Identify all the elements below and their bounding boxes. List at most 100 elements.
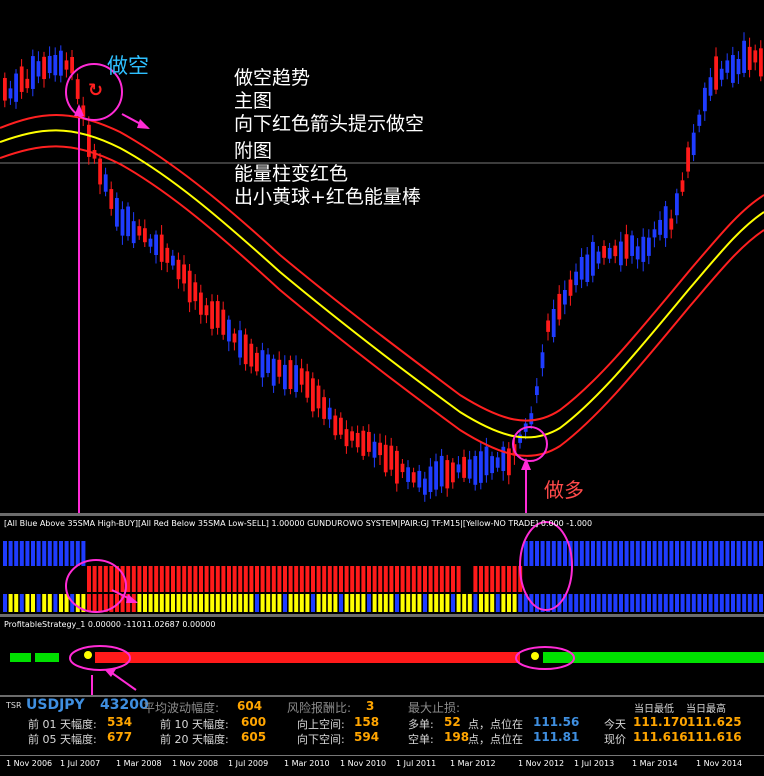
today-high-header: 当日最高	[686, 704, 726, 715]
candle-body	[395, 450, 399, 484]
histogram-bar	[652, 594, 657, 612]
candle-body	[647, 237, 651, 256]
histogram-bar	[490, 566, 495, 592]
today-label: 今天	[604, 718, 626, 731]
histogram-bar	[232, 594, 237, 612]
histogram-bar	[759, 541, 763, 566]
histogram-bar	[675, 541, 679, 566]
candle-body	[322, 397, 326, 419]
histogram-bar	[411, 566, 416, 592]
histogram-bar	[523, 541, 528, 566]
candle-body	[456, 464, 461, 473]
histogram-bar	[680, 541, 685, 566]
histogram-bar	[596, 594, 601, 612]
long-points: 52	[444, 715, 461, 729]
candle-body	[708, 77, 713, 96]
candle-body	[406, 467, 410, 482]
histogram-bar	[249, 566, 254, 592]
histogram-bar	[714, 594, 719, 612]
candle-body	[596, 251, 601, 264]
candle-body	[8, 88, 13, 99]
candle-body	[568, 279, 573, 296]
avg-volatility-value: 604	[237, 699, 263, 713]
histogram-bar	[64, 541, 69, 566]
histogram-bar	[708, 541, 713, 566]
histogram-bar	[736, 541, 741, 566]
candle-body	[479, 451, 483, 483]
candle-body	[126, 206, 130, 237]
x-tick-label: 1 Mar 2014	[632, 759, 678, 768]
histogram-bar	[294, 566, 299, 592]
candle-body	[686, 147, 690, 172]
histogram-bar	[383, 594, 388, 612]
histogram-bar	[171, 566, 175, 592]
histogram-bar	[389, 594, 394, 612]
histogram-bar	[339, 594, 343, 612]
strategy-note: 做空趋势 主图 向下红色箭头提示做空 附图 能量柱变红色 出小黄球+红色能量棒	[234, 67, 424, 209]
histogram-bar	[355, 594, 360, 612]
histogram-bar	[742, 594, 747, 612]
histogram-bar	[53, 594, 58, 612]
candle-body	[731, 55, 735, 83]
candle-body	[75, 79, 80, 99]
candle-body	[535, 386, 539, 396]
prev01-label: 前 01 天幅度:	[28, 718, 97, 731]
histogram-bar	[339, 566, 343, 592]
histogram-bar	[613, 594, 618, 612]
histogram-bar	[344, 566, 349, 592]
histogram-bar	[630, 541, 635, 566]
histogram-bar	[663, 541, 668, 566]
candle-body	[400, 463, 405, 473]
tsr-label: TSR	[6, 701, 22, 710]
histogram-bar	[171, 594, 175, 612]
histogram-bar	[204, 594, 209, 612]
candle-body	[361, 430, 366, 456]
short-label: 空单:	[408, 733, 434, 746]
histogram-bar	[434, 566, 439, 592]
histogram-bar	[512, 594, 517, 612]
indicator1-title: [All Blue Above 35SMA High-BUY][All Red …	[4, 519, 593, 528]
histogram-bar	[512, 566, 517, 592]
profitable-strategy-panel[interactable]: ProfitableStrategy_1 0.00000 -11011.0268…	[0, 617, 764, 695]
histogram-bar	[697, 594, 702, 612]
histogram-bar	[47, 541, 52, 566]
histogram-bar	[143, 566, 147, 592]
histogram-bar	[563, 541, 567, 566]
candle-body	[719, 68, 724, 80]
histogram-bar	[607, 541, 612, 566]
candle-body	[215, 301, 220, 328]
histogram-bar	[529, 541, 534, 566]
indicator1-histogram	[3, 541, 763, 612]
histogram-bar	[199, 594, 203, 612]
histogram-bar	[255, 566, 259, 592]
histogram-bar	[602, 541, 607, 566]
histogram-bar	[255, 594, 259, 612]
histogram-bar	[47, 594, 52, 612]
histogram-bar	[607, 594, 612, 612]
candle-body	[378, 442, 382, 456]
gundurowo-indicator-panel[interactable]: [All Blue Above 35SMA High-BUY][All Red …	[0, 516, 764, 614]
histogram-bar	[406, 566, 411, 592]
candle-body	[31, 56, 35, 89]
histogram-bar	[327, 566, 332, 592]
candle-body	[462, 456, 466, 478]
x-tick-label: 1 Jul 2013	[574, 759, 615, 768]
histogram-bar	[703, 541, 707, 566]
histogram-bar	[305, 594, 310, 612]
main-price-chart[interactable]: ↻ 做空 做多 做空趋势 主图 向下红色箭头提示做空 附图 能量柱变红色 出小黄…	[0, 0, 764, 513]
histogram-bar	[221, 594, 226, 612]
histogram-bar	[182, 594, 187, 612]
histogram-bar	[451, 566, 455, 592]
candle-body	[333, 415, 338, 436]
histogram-bar	[299, 566, 304, 592]
histogram-bar	[227, 594, 231, 612]
histogram-bar	[14, 541, 19, 566]
risk-reward-label: 风险报酬比:	[287, 701, 352, 715]
indicator2-pointer-arrow	[111, 672, 137, 691]
histogram-bar	[271, 594, 276, 612]
histogram-bar	[462, 594, 467, 612]
histogram-bar	[395, 594, 399, 612]
candle-body	[171, 255, 175, 266]
histogram-bar	[585, 541, 590, 566]
histogram-bar	[8, 541, 13, 566]
